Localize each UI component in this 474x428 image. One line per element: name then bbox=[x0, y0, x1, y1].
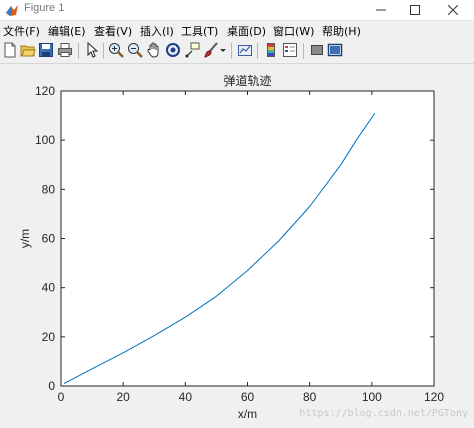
maximize-button[interactable] bbox=[398, 0, 432, 20]
zoom-out-icon[interactable] bbox=[127, 42, 143, 58]
menu-window[interactable]: 窗口(W) bbox=[273, 23, 314, 39]
plot-svg: 弹道轨迹 x/m y/m 0 20 40 60 80 100 120 0 20 40 60 80 100… bbox=[18, 74, 444, 421]
menu-insert[interactable]: 插入(I) bbox=[140, 23, 174, 39]
insert-colorbar-icon[interactable] bbox=[263, 42, 279, 58]
toolbar-separator bbox=[303, 43, 304, 59]
menu-file[interactable]: 文件(F) bbox=[3, 23, 40, 39]
y-tick-label: 100 bbox=[35, 133, 55, 147]
x-tick-label: 100 bbox=[362, 390, 382, 404]
axes-background[interactable] bbox=[61, 91, 434, 386]
toolbar-separator bbox=[103, 43, 104, 59]
figure-canvas: 弹道轨迹 x/m y/m 0 20 40 60 80 100 120 0 20 40 60 80 100… bbox=[0, 64, 474, 424]
show-plot-tools-icon[interactable] bbox=[327, 42, 343, 58]
menu-edit[interactable]: 编辑(E) bbox=[48, 23, 86, 39]
data-cursor-icon[interactable] bbox=[184, 42, 200, 58]
y-tick-label: 20 bbox=[42, 330, 56, 344]
hide-plot-tools-icon[interactable] bbox=[309, 42, 325, 58]
x-tick-label: 40 bbox=[179, 390, 193, 404]
menu-desktop[interactable]: 桌面(D) bbox=[227, 23, 266, 39]
toolbar-separator bbox=[78, 43, 79, 59]
x-tick-label: 80 bbox=[303, 390, 317, 404]
close-button[interactable] bbox=[436, 0, 470, 20]
y-axis-label: y/m bbox=[18, 229, 32, 248]
menu-bar: 文件(F) 编辑(E) 查看(V) 插入(I) 工具(T) 桌面(D) 窗口(W… bbox=[0, 21, 474, 39]
link-plot-icon[interactable] bbox=[237, 42, 253, 58]
window-titlebar: Figure 1 bbox=[0, 0, 474, 21]
x-axis-label: x/m bbox=[238, 407, 257, 421]
rotate-3d-icon[interactable] bbox=[165, 42, 181, 58]
figure-toolbar bbox=[0, 39, 474, 64]
x-tick-label: 0 bbox=[58, 390, 65, 404]
print-icon[interactable] bbox=[57, 42, 73, 58]
new-figure-icon[interactable] bbox=[2, 42, 18, 58]
chart-title: 弹道轨迹 bbox=[223, 74, 271, 88]
save-icon[interactable] bbox=[38, 42, 54, 58]
menu-view[interactable]: 查看(V) bbox=[94, 23, 132, 39]
y-tick-label: 120 bbox=[35, 84, 55, 98]
menu-help[interactable]: 帮助(H) bbox=[322, 23, 361, 39]
brush-icon[interactable] bbox=[203, 42, 219, 58]
menu-tools[interactable]: 工具(T) bbox=[181, 23, 218, 39]
pan-icon[interactable] bbox=[146, 42, 162, 58]
x-tick-label: 20 bbox=[116, 390, 130, 404]
x-tick-label: 120 bbox=[424, 390, 444, 404]
y-tick-label: 60 bbox=[42, 232, 56, 246]
y-tick-label: 80 bbox=[42, 182, 56, 196]
matlab-icon bbox=[6, 5, 18, 16]
minimize-icon bbox=[376, 9, 386, 11]
watermark-text: https://blog.csdn.net/PGTony bbox=[299, 408, 468, 419]
insert-legend-icon[interactable] bbox=[282, 42, 298, 58]
x-tick-label: 60 bbox=[241, 390, 255, 404]
window-title: Figure 1 bbox=[24, 2, 65, 14]
brush-dropdown-icon[interactable] bbox=[219, 42, 227, 58]
close-icon bbox=[448, 5, 458, 15]
toolbar-separator bbox=[257, 43, 258, 59]
y-tick-label: 0 bbox=[48, 379, 55, 393]
open-file-icon[interactable] bbox=[20, 42, 36, 58]
toolbar-separator bbox=[231, 43, 232, 59]
edit-plot-icon[interactable] bbox=[84, 42, 100, 58]
minimize-button[interactable] bbox=[364, 0, 398, 20]
y-tick-label: 40 bbox=[42, 281, 56, 295]
maximize-icon bbox=[410, 5, 420, 15]
zoom-in-icon[interactable] bbox=[108, 42, 124, 58]
